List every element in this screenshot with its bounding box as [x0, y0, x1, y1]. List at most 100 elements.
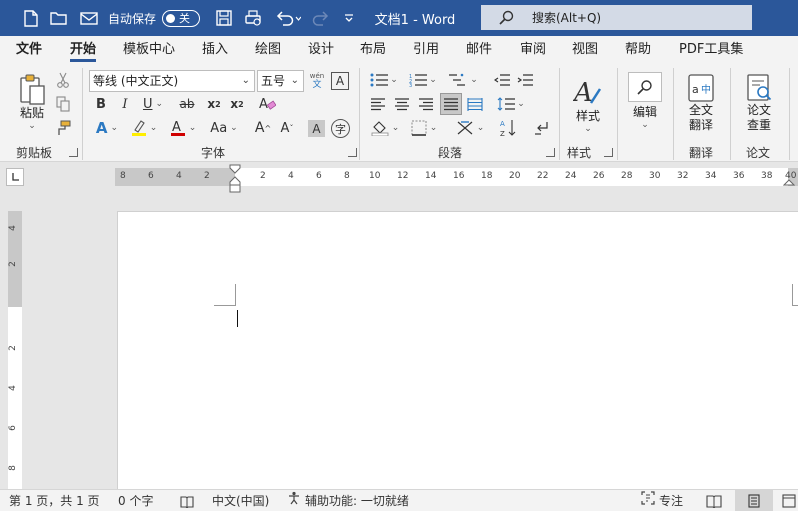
tab-view[interactable]: 视图: [572, 36, 598, 64]
distributed-icon[interactable]: [465, 94, 485, 114]
full-text-translate-button[interactable]: a中 全文 翻译: [680, 70, 722, 136]
email-icon[interactable]: [78, 0, 100, 36]
chevron-down-icon: ⌄: [28, 120, 36, 131]
character-shading-icon[interactable]: A: [308, 120, 325, 137]
underline-icon[interactable]: U ⌄: [139, 94, 167, 114]
subscript-icon[interactable]: x2: [205, 94, 223, 114]
editing-button[interactable]: 编辑 ⌄: [624, 68, 666, 134]
autosave-toggle[interactable]: 关: [162, 9, 201, 27]
proofing-icon[interactable]: [180, 490, 194, 511]
paste-button[interactable]: 粘贴 ⌄: [12, 70, 52, 134]
increase-indent-icon[interactable]: [515, 70, 535, 90]
text-cursor: [237, 310, 238, 327]
accessibility-status[interactable]: 辅助功能: 一切就绪: [287, 490, 409, 511]
strikethrough-icon[interactable]: ab: [176, 94, 198, 114]
chinese-layout-icon[interactable]: ⌄: [452, 117, 488, 139]
enclosed-character-icon[interactable]: 字: [331, 119, 350, 138]
multilevel-list-icon[interactable]: ⌄: [446, 70, 480, 90]
autosave-control[interactable]: 自动保存 关: [108, 0, 201, 36]
paste-icon: [20, 74, 45, 105]
tab-references[interactable]: 引用: [413, 36, 439, 64]
tab-review[interactable]: 审阅: [520, 36, 546, 64]
horizontal-ruler[interactable]: 8 6 4 2 2 4 6 8 10 12 14 16 18 20 22 24 …: [115, 168, 798, 186]
clear-formatting-icon[interactable]: A: [256, 94, 278, 114]
ribbon: 粘贴 ⌄ 剪贴板 等线 (中文正文) ⌄ 五号 ⌄ wén 文 A B I U ⌄…: [0, 64, 798, 162]
undo-icon[interactable]: [272, 0, 304, 36]
tab-selector-icon[interactable]: [6, 168, 24, 186]
tab-mailings[interactable]: 邮件: [466, 36, 492, 64]
page-count[interactable]: 第 1 页，共 1 页: [9, 490, 100, 511]
crop-mark: [792, 284, 798, 306]
tab-design[interactable]: 设计: [308, 36, 334, 64]
new-document-icon[interactable]: [20, 0, 42, 36]
tab-pdf-tools[interactable]: PDF工具集: [679, 36, 743, 64]
text-effects-icon[interactable]: A ⌄: [92, 117, 122, 139]
ruler-tick: 24: [565, 171, 577, 181]
copy-icon[interactable]: [54, 94, 72, 114]
bullets-icon[interactable]: ⌄: [368, 70, 400, 90]
customize-qat-icon[interactable]: [340, 0, 358, 36]
align-left-icon[interactable]: [368, 94, 388, 114]
ruler-tick: 6: [7, 425, 18, 431]
word-count[interactable]: 0 个字: [118, 490, 153, 511]
align-center-icon[interactable]: [392, 94, 412, 114]
tab-insert[interactable]: 插入: [202, 36, 228, 64]
phonetic-guide-button[interactable]: wén 文: [307, 70, 327, 92]
chevron-down-icon: ⌄: [584, 123, 592, 134]
sort-icon[interactable]: AZ: [497, 117, 519, 139]
right-indent-marker[interactable]: [783, 173, 795, 187]
superscript-icon[interactable]: x2: [228, 94, 246, 114]
align-right-icon[interactable]: [416, 94, 436, 114]
shrink-font-icon[interactable]: Aˇ: [277, 117, 297, 139]
font-launcher-icon[interactable]: [348, 148, 357, 157]
tab-help[interactable]: 帮助: [625, 36, 651, 64]
tab-draw[interactable]: 绘图: [255, 36, 281, 64]
borders-icon[interactable]: ⌄: [407, 117, 441, 139]
styles-launcher-icon[interactable]: [604, 148, 613, 157]
thesis-check-button[interactable]: 论文 查重: [738, 70, 780, 136]
save-icon[interactable]: [213, 0, 235, 36]
tab-home[interactable]: 开始: [70, 36, 97, 64]
ruler-tick: 12: [397, 171, 409, 181]
ruler-tick: 30: [649, 171, 661, 181]
print-preview-icon[interactable]: [242, 0, 264, 36]
tab-layout[interactable]: 布局: [360, 36, 386, 64]
paragraph-launcher-icon[interactable]: [546, 148, 555, 157]
bold-icon[interactable]: B: [92, 94, 110, 114]
font-name-combo[interactable]: 等线 (中文正文) ⌄: [89, 70, 255, 92]
print-layout-icon[interactable]: [735, 490, 773, 511]
grow-font-icon[interactable]: A ^: [253, 117, 273, 139]
autosave-label: 自动保存: [108, 11, 157, 26]
open-folder-icon[interactable]: [48, 0, 70, 36]
font-group-label: 字体: [201, 146, 226, 160]
change-case-button[interactable]: Aa ⌄: [206, 117, 242, 139]
font-color-icon[interactable]: A ⌄: [167, 117, 199, 139]
decrease-indent-icon[interactable]: [492, 70, 512, 90]
document-page[interactable]: [117, 211, 798, 489]
read-mode-icon[interactable]: [706, 490, 722, 511]
show-paragraph-marks-icon[interactable]: [530, 117, 552, 139]
indent-markers[interactable]: [229, 164, 241, 194]
thesis-group-label: 论文: [746, 146, 771, 160]
italic-icon[interactable]: I: [116, 94, 134, 114]
tab-template-center[interactable]: 模板中心: [123, 36, 175, 64]
vertical-ruler[interactable]: 4 2 2 4 6 8: [8, 211, 22, 489]
character-border-icon[interactable]: A: [331, 72, 349, 90]
language-status[interactable]: 中文(中国): [212, 490, 269, 511]
format-painter-icon[interactable]: [54, 118, 72, 138]
numbering-icon[interactable]: 1 2 3 ⌄: [407, 70, 439, 90]
search-box[interactable]: 搜索(Alt+Q): [481, 5, 752, 30]
cut-icon[interactable]: [54, 70, 72, 90]
font-size-combo[interactable]: 五号 ⌄: [257, 70, 304, 92]
styles-button[interactable]: A 样式 ⌄: [566, 70, 610, 140]
tab-file[interactable]: 文件: [16, 36, 42, 64]
shading-icon[interactable]: ⌄: [368, 117, 402, 139]
svg-text:Z: Z: [500, 130, 505, 137]
focus-mode-button[interactable]: 专注: [641, 490, 683, 511]
line-spacing-icon[interactable]: ⌄: [494, 94, 528, 114]
ruler-tick: 20: [509, 171, 521, 181]
justify-icon[interactable]: [440, 93, 462, 115]
clipboard-launcher-icon[interactable]: [69, 148, 78, 157]
web-layout-icon[interactable]: [782, 490, 796, 511]
highlight-color-icon[interactable]: ⌄: [129, 117, 159, 139]
